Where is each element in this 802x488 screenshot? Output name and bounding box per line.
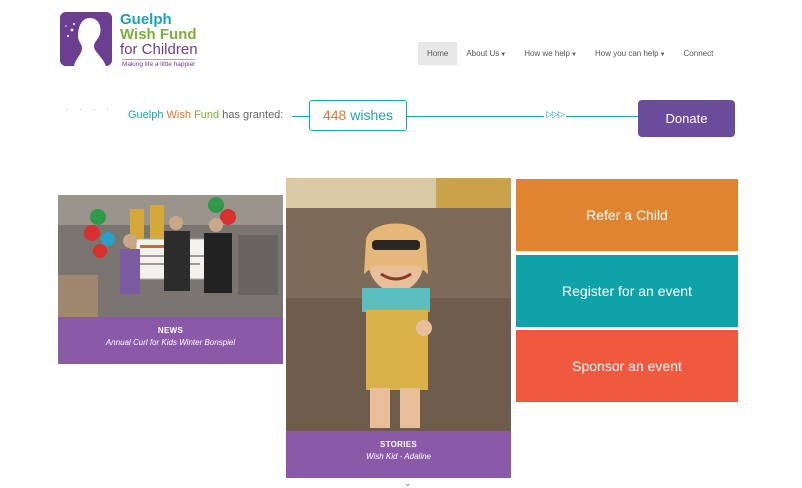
nav-how-you-can-help[interactable]: How you can help▼ xyxy=(586,42,675,65)
wish-counter: 448 wishes xyxy=(309,100,407,131)
granted-fund: Fund xyxy=(194,109,220,121)
logo-text-guelph: Guelph xyxy=(120,11,172,28)
news-photo xyxy=(58,195,283,317)
register-for-event-button[interactable]: Register for an event xyxy=(516,255,738,327)
caret-down-icon: ▼ xyxy=(659,52,666,58)
story-caption: STORIES Wish Kid - Adaline xyxy=(286,431,511,478)
logo-text-wish-fund: Wish Fund xyxy=(120,26,197,43)
logo-tagline: Making life a little happier xyxy=(122,59,196,68)
nav-about-us[interactable]: About Us▼ xyxy=(457,42,515,65)
nav-home-label: Home xyxy=(427,49,449,58)
donate-button[interactable]: Donate xyxy=(638,100,735,137)
granted-statement: Guelph Wish Fund has granted: xyxy=(128,109,283,121)
divider-line xyxy=(292,116,310,117)
nav-how-you-can-help-label: How you can help xyxy=(594,49,659,58)
divider-line xyxy=(407,116,639,117)
sponsor-event-button[interactable]: Sponsor an event xyxy=(516,330,738,402)
wish-count: 448 xyxy=(322,107,347,123)
arrow-right-icon: ▷▷▷ xyxy=(544,109,566,120)
wish-unit: wishes xyxy=(350,107,394,123)
scroll-down-icon[interactable]: ⌄ xyxy=(404,478,412,488)
sparkle-icon: ˙ ˙ ˙ ˙ xyxy=(66,108,114,118)
nav-home[interactable]: Home xyxy=(418,42,458,65)
nav-connect-label: Connect xyxy=(683,49,714,58)
story-photo xyxy=(286,178,511,432)
news-category: NEWS xyxy=(157,326,184,335)
caret-down-icon: ▼ xyxy=(500,52,507,58)
nav-connect[interactable]: Connect xyxy=(675,42,723,65)
logo-text-for-children: for Children xyxy=(120,41,198,58)
news-tile[interactable]: NEWS Annual Curl for Kids Winter Bonspie… xyxy=(58,195,283,364)
story-tile[interactable]: STORIES Wish Kid - Adaline xyxy=(286,178,511,478)
caret-down-icon: ▼ xyxy=(571,52,577,58)
logo-child-silhouette-icon xyxy=(60,12,112,66)
nav-how-we-help-label: How we help xyxy=(524,49,571,58)
granted-guelph: Guelph xyxy=(128,109,164,121)
granted-suffix: has granted: xyxy=(222,109,284,121)
story-title: Wish Kid - Adaline xyxy=(366,452,431,461)
site-logo[interactable]: Guelph Wish Fund for Children Making lif… xyxy=(60,12,205,72)
news-caption: NEWS Annual Curl for Kids Winter Bonspie… xyxy=(58,317,283,364)
granted-wish: Wish xyxy=(166,109,191,121)
refer-a-child-button[interactable]: Refer a Child xyxy=(516,179,738,251)
main-nav: Home About Us▼ How we help▼ How you can … xyxy=(418,42,722,65)
news-title: Annual Curl for Kids Winter Bonspiel xyxy=(105,338,236,347)
nav-how-we-help[interactable]: How we help▼ xyxy=(515,42,586,65)
story-category: STORIES xyxy=(379,440,418,449)
nav-about-us-label: About Us xyxy=(466,49,500,58)
